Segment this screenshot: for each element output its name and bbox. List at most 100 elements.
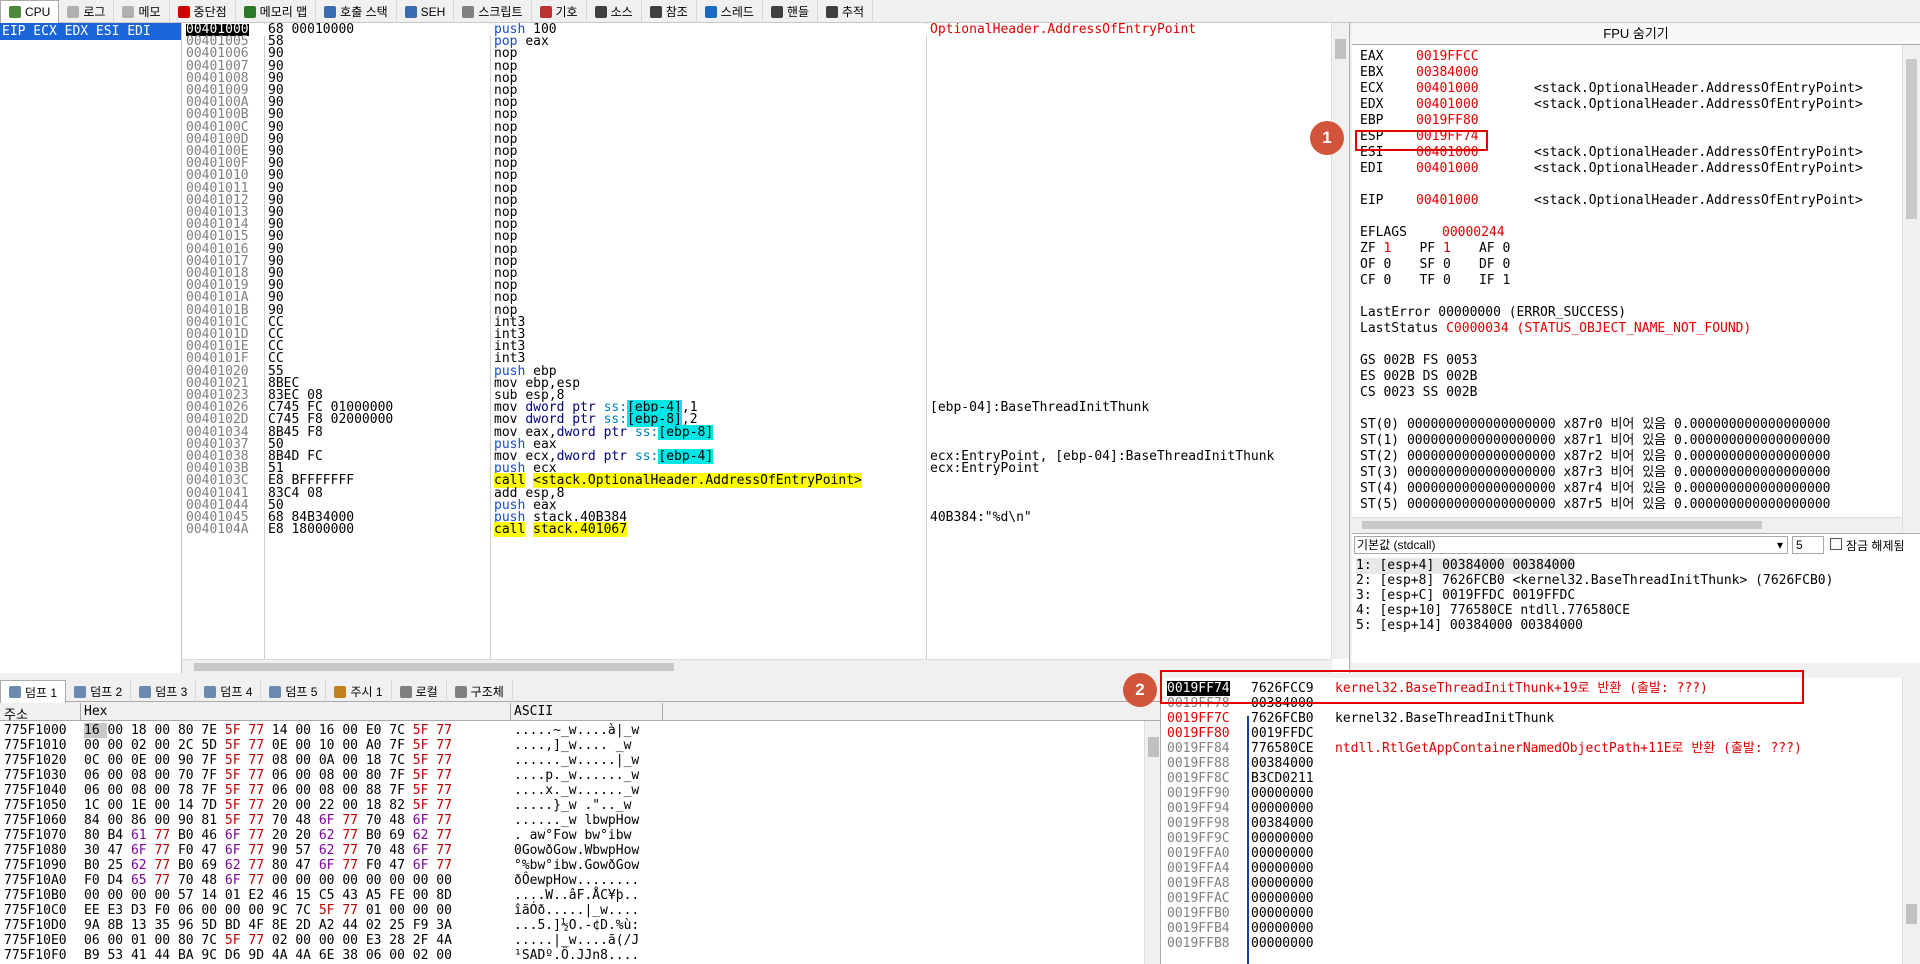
scrollbar-thumb[interactable]: [1906, 59, 1917, 219]
disassembly-row[interactable]: 0040101F CC int3: [182, 352, 1330, 365]
disassembly-row[interactable]: 0040101B 90 nop: [182, 304, 1330, 317]
argument-count-stepper[interactable]: 5: [1792, 536, 1824, 554]
tab-breakpoint[interactable]: 중단점: [170, 0, 236, 23]
disassembly-row[interactable]: 00401041 83C4 08 add esp,8: [182, 487, 1330, 500]
disassembly-row[interactable]: 00401005 58 pop eax: [182, 35, 1330, 48]
dump-tab-7[interactable]: 로컬: [392, 680, 447, 703]
flag-value[interactable]: 1: [1443, 241, 1479, 257]
disassembly-row[interactable]: 00401020 55 push ebp: [182, 365, 1330, 378]
stack-row[interactable]: 0019FF94 00000000: [1161, 801, 1901, 816]
stack-view[interactable]: 0019FF74 7626FCC9 kernel32.BaseThreadInitT…: [1160, 678, 1920, 964]
disassembly-row[interactable]: 00401045 68 84B34000 push stack.40B384 40B3…: [182, 511, 1330, 524]
flag-value[interactable]: 0: [1443, 257, 1479, 273]
disassembly-row[interactable]: 0040101A 90 nop: [182, 291, 1330, 304]
tab-script[interactable]: 스크립트: [454, 0, 532, 23]
disassembly-row[interactable]: 00401021 8BEC mov ebp,esp: [182, 377, 1330, 390]
scrollbar-thumb[interactable]: [1148, 737, 1159, 757]
stack-row[interactable]: 0019FF8C B3CD0211: [1161, 771, 1901, 786]
register-value[interactable]: 00401000: [1416, 161, 1534, 177]
stack-row[interactable]: 0019FF84 776580CE ntdll.RtlGetAppContainer…: [1161, 741, 1901, 756]
dump-tab-4[interactable]: 덤프 4: [196, 680, 262, 703]
tab-note[interactable]: 메모: [114, 0, 170, 23]
stack-row[interactable]: 0019FFB0 00000000: [1161, 906, 1901, 921]
disassembly-row[interactable]: 00401000 68 00010000 push 100 OptionalHeade…: [182, 23, 1330, 36]
scrollbar-thumb[interactable]: [1906, 904, 1917, 924]
flag-value[interactable]: 0: [1502, 241, 1538, 257]
tab-cpu[interactable]: CPU: [0, 0, 60, 23]
disassembly-row[interactable]: 00401015 90 nop: [182, 230, 1330, 243]
scrollbar-thumb[interactable]: [1362, 521, 1762, 529]
dump-tab-2[interactable]: 덤프 2: [66, 680, 132, 703]
flag-value[interactable]: 0: [1443, 273, 1479, 289]
disassembly-row[interactable]: 0040100D 90 nop: [182, 133, 1330, 146]
tab-call-stack[interactable]: 호출 스택: [316, 0, 397, 23]
stack-row[interactable]: 0019FFAC 00000000: [1161, 891, 1901, 906]
tab-trace[interactable]: 추적: [818, 0, 874, 23]
stack-row[interactable]: 0019FF88 00384000: [1161, 756, 1901, 771]
tab-memory-map[interactable]: 메모리 맵: [236, 0, 317, 23]
register-value[interactable]: 00401000: [1416, 97, 1534, 113]
dump-tab-8[interactable]: 구조체: [447, 680, 513, 703]
hex-dump-view[interactable]: 주소 Hex ASCII 775F1000 16 00 18 00 80 7E 5…: [0, 703, 1160, 964]
dump-tab-1[interactable]: 덤프 1: [0, 680, 67, 703]
disassembly-row[interactable]: 0040100E 90 nop: [182, 145, 1330, 158]
disassembly-row[interactable]: 00401019 90 nop: [182, 279, 1330, 292]
disassembly-row[interactable]: 00401008 90 nop: [182, 72, 1330, 85]
registers-vertical-scrollbar[interactable]: [1902, 45, 1920, 531]
call-argument-row[interactable]: 3: [esp+C] 0019FFDC 0019FFDC: [1356, 588, 1575, 604]
flag-value[interactable]: 0: [1383, 257, 1419, 273]
disassembly-vertical-scrollbar[interactable]: [1331, 23, 1349, 659]
disassembly-row[interactable]: 0040100C 90 nop: [182, 121, 1330, 134]
call-argument-row[interactable]: 1: [esp+4] 00384000 00384000: [1356, 558, 1576, 574]
stack-row[interactable]: 0019FFA4 00000000: [1161, 861, 1901, 876]
disassembly-row[interactable]: 00401011 90 nop: [182, 182, 1330, 195]
stack-row[interactable]: 0019FFB8 00000000: [1161, 936, 1901, 951]
disassembly-row[interactable]: 0040101C CC int3: [182, 316, 1330, 329]
tab-log[interactable]: 로그: [59, 0, 115, 23]
scrollbar-thumb[interactable]: [1335, 39, 1346, 59]
disassembly-row[interactable]: 00401013 90 nop: [182, 206, 1330, 219]
call-argument-row[interactable]: 2: [esp+8] 7626FCB0 <kernel32.BaseThread…: [1356, 573, 1833, 589]
disassembly-row[interactable]: 00401018 90 nop: [182, 267, 1330, 280]
disassembly-row[interactable]: 00401044 50 push eax: [182, 499, 1330, 512]
call-argument-row[interactable]: 4: [esp+10] 776580CE ntdll.776580CE: [1356, 603, 1630, 619]
register-value[interactable]: 00401000: [1416, 193, 1534, 209]
registers-horizontal-scrollbar[interactable]: [1352, 517, 1902, 531]
dump-vertical-scrollbar[interactable]: [1144, 721, 1160, 964]
disassembly-row[interactable]: 00401017 90 nop: [182, 255, 1330, 268]
stack-row[interactable]: 0019FF7C 7626FCB0 kernel32.BaseThreadInitT…: [1161, 711, 1901, 726]
flag-value[interactable]: 0: [1502, 257, 1538, 273]
dump-tab-6[interactable]: 주시 1: [326, 680, 392, 703]
disassembly-view[interactable]: 00401000 68 00010000 push 100 OptionalHeade…: [182, 23, 1350, 673]
scrollbar-thumb[interactable]: [194, 663, 674, 671]
flag-value[interactable]: 1: [1502, 273, 1538, 289]
disassembly-row[interactable]: 0040101E CC int3: [182, 340, 1330, 353]
disassembly-row[interactable]: 00401038 8B4D FC mov ecx,dword ptr ss:[ebp…: [182, 449, 1330, 464]
tab-source[interactable]: 소스: [587, 0, 642, 23]
disassembly-row[interactable]: 00401006 90 nop: [182, 47, 1330, 60]
call-argument-row[interactable]: 5: [esp+14] 00384000 00384000: [1356, 618, 1583, 634]
register-value[interactable]: 00000244: [1442, 225, 1505, 240]
flag-value[interactable]: 1: [1383, 241, 1419, 257]
disassembly-row[interactable]: 00401007 90 nop: [182, 60, 1330, 73]
disassembly-row[interactable]: 0040101D CC int3: [182, 328, 1330, 341]
disassembly-row[interactable]: 0040100F 90 nop: [182, 157, 1330, 170]
disassembly-row[interactable]: 00401012 90 nop: [182, 194, 1330, 207]
stack-row[interactable]: 0019FF9C 00000000: [1161, 831, 1901, 846]
stack-row[interactable]: 0019FF98 00384000: [1161, 816, 1901, 831]
dump-tab-3[interactable]: 덤프 3: [131, 680, 197, 703]
disassembly-row[interactable]: 00401016 90 nop: [182, 243, 1330, 256]
stack-row[interactable]: 0019FFA8 00000000: [1161, 876, 1901, 891]
flag-value[interactable]: 0: [1383, 273, 1419, 289]
stack-row[interactable]: 0019FF80 0019FFDC: [1161, 726, 1901, 741]
lock-checkbox[interactable]: [1830, 538, 1842, 550]
tab-symbol[interactable]: 기호: [532, 0, 587, 23]
disassembly-row[interactable]: 0040102D C745 F8 02000000 mov dword ptr ss…: [182, 412, 1330, 428]
tab-search[interactable]: 참조: [642, 0, 697, 23]
tab-seh[interactable]: SEH: [397, 0, 455, 23]
register-value[interactable]: 00401000: [1416, 81, 1534, 97]
stack-vertical-scrollbar[interactable]: [1902, 678, 1920, 964]
stack-row[interactable]: 0019FFB4 00000000: [1161, 921, 1901, 936]
stack-row[interactable]: 0019FFA0 00000000: [1161, 846, 1901, 861]
disassembly-row[interactable]: 0040100B 90 nop: [182, 108, 1330, 121]
